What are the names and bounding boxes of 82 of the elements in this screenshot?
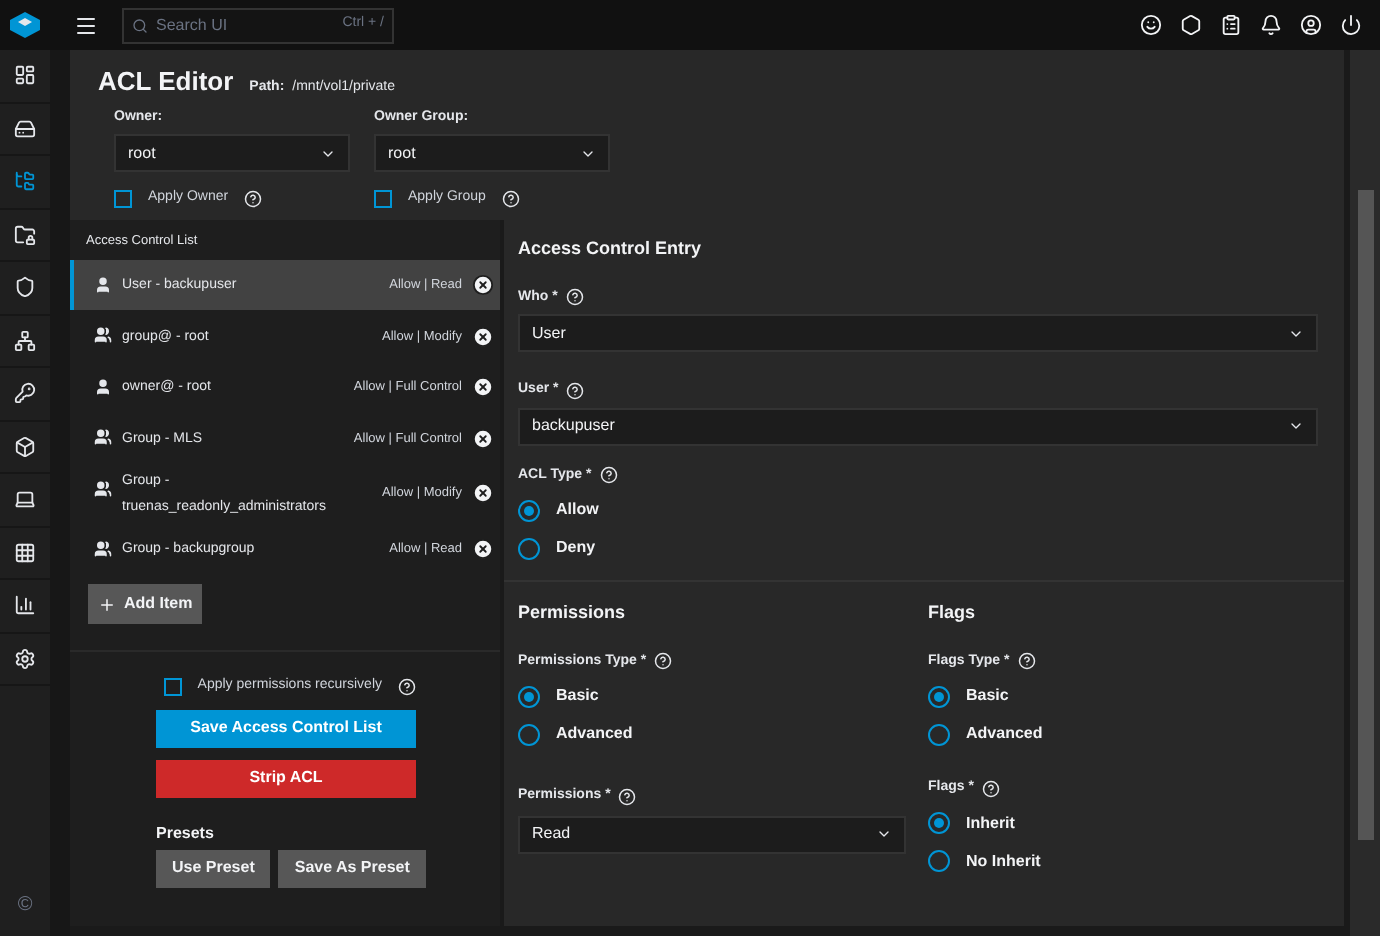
user-icon <box>94 275 112 294</box>
radio-label: Advanced <box>556 722 633 746</box>
plus-icon <box>98 595 116 614</box>
settings-icon <box>14 647 36 670</box>
copyright-symbol: © <box>17 892 33 920</box>
search-icon <box>132 17 148 33</box>
radio-button[interactable] <box>928 850 950 872</box>
checkbox[interactable] <box>374 189 392 208</box>
section-title: Permissions <box>518 600 628 626</box>
folder-lock-icon <box>14 223 36 246</box>
remove-icon[interactable] <box>472 376 494 398</box>
key-icon <box>14 382 36 405</box>
bell-icon[interactable] <box>1260 14 1282 36</box>
radio-label: Basic <box>556 684 599 708</box>
owner-group-select[interactable]: root <box>374 134 610 172</box>
chart-icon <box>14 594 36 617</box>
preset-button[interactable]: Use Preset <box>156 849 271 888</box>
preset-button[interactable]: Save As Preset <box>278 849 426 888</box>
remove-icon[interactable] <box>472 482 494 505</box>
tree-icon <box>14 170 36 193</box>
logo-icon <box>10 12 40 38</box>
caret-icon <box>1288 418 1304 434</box>
remove-icon[interactable] <box>472 427 494 449</box>
radio-button[interactable] <box>928 812 950 834</box>
help-icon[interactable] <box>618 787 637 806</box>
smiley-icon[interactable] <box>1140 14 1162 36</box>
checkbox[interactable] <box>114 189 132 208</box>
checkbox[interactable] <box>164 678 182 696</box>
help-icon[interactable] <box>654 652 673 671</box>
menu-icon[interactable] <box>74 13 98 37</box>
help-icon[interactable] <box>501 189 520 208</box>
group-icon <box>94 326 112 345</box>
user-circle-icon[interactable] <box>1300 14 1322 36</box>
radio-button[interactable] <box>518 499 540 521</box>
radio-label: Allow <box>556 498 599 522</box>
radio-label: Inherit <box>966 811 1015 835</box>
radio-label: Basic <box>966 684 1009 708</box>
help-icon[interactable] <box>1017 652 1036 671</box>
scrollbar[interactable] <box>1350 50 1380 936</box>
group-icon <box>94 428 112 447</box>
radio-label: No Inherit <box>966 849 1041 873</box>
shield-icon <box>14 276 36 299</box>
caret-icon <box>876 826 892 842</box>
help-icon[interactable] <box>599 466 618 485</box>
who-select[interactable]: User <box>518 314 1318 352</box>
user-icon <box>94 377 112 396</box>
strip-acl-button[interactable]: Strip ACL <box>156 759 416 798</box>
page-title: ACL Editor <box>98 64 234 100</box>
drive-icon <box>14 117 36 140</box>
search-input[interactable]: Search UI <box>156 13 316 37</box>
radio-label: Advanced <box>966 722 1043 746</box>
cube-icon <box>14 435 36 458</box>
radio-button[interactable] <box>928 685 950 707</box>
help-icon[interactable] <box>566 381 585 400</box>
radio-button[interactable] <box>928 723 950 745</box>
hexagon-icon[interactable] <box>1180 14 1202 36</box>
user-select[interactable]: backupuser <box>518 407 1318 445</box>
dashboard-icon <box>14 64 36 87</box>
permissions-select[interactable]: Read <box>518 815 906 853</box>
owner-select[interactable]: root <box>114 134 350 172</box>
section-title: Access Control Entry <box>518 236 704 262</box>
group-icon <box>94 539 112 558</box>
help-icon[interactable] <box>398 678 416 696</box>
power-icon[interactable] <box>1340 14 1362 36</box>
help-icon[interactable] <box>565 288 584 307</box>
presets-title: Presets <box>156 821 216 846</box>
help-icon[interactable] <box>981 779 1000 798</box>
group-icon <box>94 479 112 498</box>
radio-button[interactable] <box>518 723 540 745</box>
radio-button[interactable] <box>518 537 540 559</box>
add-item-button[interactable]: Add Item <box>88 584 203 625</box>
clipboard-icon[interactable] <box>1220 14 1242 36</box>
remove-icon[interactable] <box>472 274 494 296</box>
network-icon <box>14 329 36 352</box>
remove-icon[interactable] <box>472 538 494 560</box>
laptop-icon <box>14 488 36 511</box>
radio-label: Deny <box>556 536 596 560</box>
grid-icon <box>14 541 36 564</box>
section-title: Flags <box>928 600 978 626</box>
help-icon[interactable] <box>244 189 263 208</box>
remove-icon[interactable] <box>472 325 494 347</box>
radio-button[interactable] <box>518 685 540 707</box>
